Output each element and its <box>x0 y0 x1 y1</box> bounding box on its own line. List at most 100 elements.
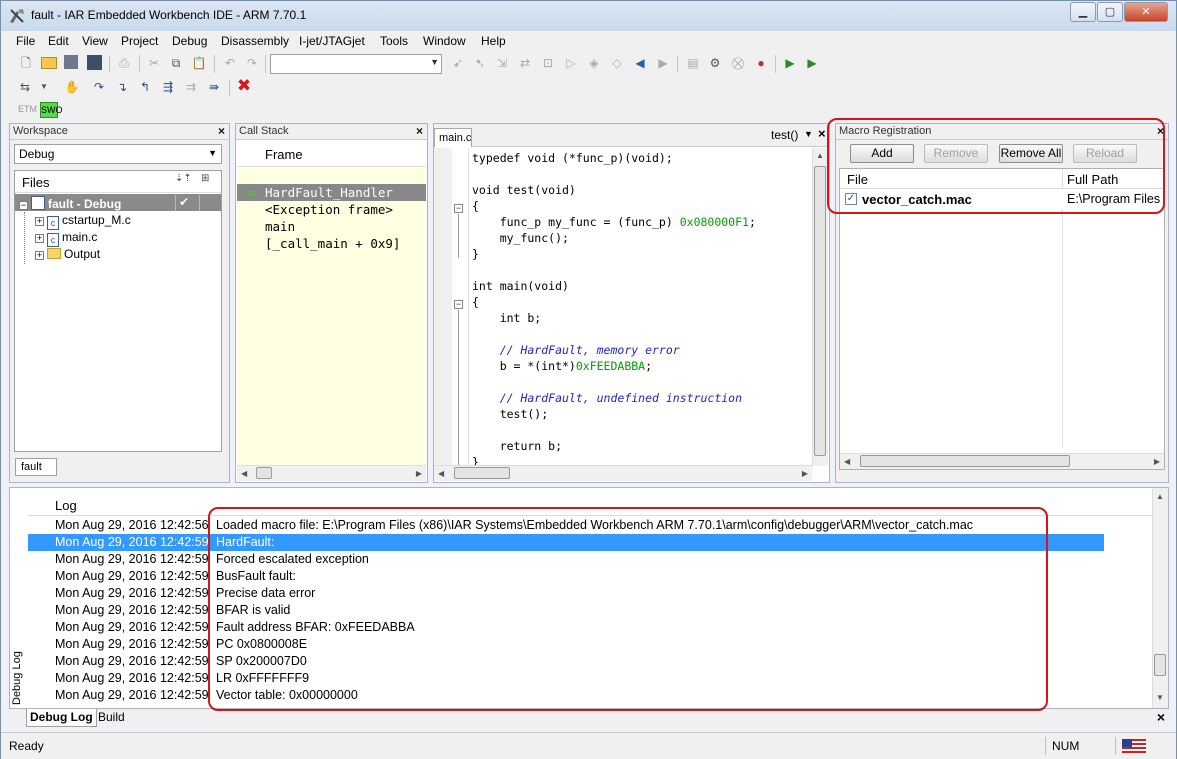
scroll-down-icon[interactable]: ▼ <box>1156 693 1164 702</box>
log-entry[interactable]: Mon Aug 29, 2016 12:42:59 SP 0x200007D0 <box>28 653 1104 670</box>
copy-icon[interactable]: ⧉ <box>168 55 184 71</box>
menu-project[interactable]: Project <box>121 34 158 48</box>
run-to-cursor-icon[interactable]: ⇉ <box>183 79 199 95</box>
log-entry[interactable]: Mon Aug 29, 2016 12:42:59 Precise data er… <box>28 585 1104 602</box>
scroll-right-icon[interactable]: ▶ <box>802 469 808 478</box>
break-icon[interactable]: ✋ <box>64 79 80 95</box>
call-stack-frame[interactable]: [_call_main + 0x9] <box>265 236 400 251</box>
remove-all-button[interactable]: Remove All <box>999 144 1063 163</box>
redo-icon[interactable]: ↷ <box>244 55 260 71</box>
tab-debug-log[interactable]: Debug Log <box>26 709 97 727</box>
step-out-icon[interactable]: ↰ <box>137 79 153 95</box>
log-vscroll[interactable]: ▲ ▼ <box>1152 488 1168 708</box>
workspace-tab-fault[interactable]: fault <box>15 458 57 476</box>
scroll-thumb[interactable] <box>814 166 826 456</box>
scroll-thumb[interactable] <box>1154 654 1166 676</box>
scroll-right-icon[interactable]: ▶ <box>416 469 422 478</box>
menu-help[interactable]: Help <box>481 34 506 48</box>
add-button[interactable]: Add <box>850 144 914 163</box>
editor-vscroll[interactable]: ▲ <box>812 148 828 466</box>
tree-item-project[interactable]: − fault - Debug ✔ <box>15 194 221 211</box>
log-entry[interactable]: Mon Aug 29, 2016 12:42:59 PC 0x0800008E <box>28 636 1104 653</box>
macro-enabled-checkbox[interactable]: ✓ <box>845 193 857 205</box>
menu-disassembly[interactable]: Disassembly <box>221 34 289 48</box>
fold-toggle-icon[interactable]: − <box>454 204 463 213</box>
call-stack-frame[interactable]: <Exception frame> <box>265 202 393 217</box>
editor-tab-main-c[interactable]: main.c <box>434 128 472 147</box>
save-icon[interactable] <box>64 55 78 69</box>
call-stack-hscroll[interactable]: ◀ ▶ <box>237 465 426 481</box>
options-column-icon[interactable]: ⊞ <box>201 173 209 184</box>
step-over-icon[interactable]: ↷ <box>91 79 107 95</box>
log-entry[interactable]: Mon Aug 29, 2016 12:42:59 Forced escalate… <box>28 551 1104 568</box>
reset-icon[interactable]: ⇆ <box>17 79 33 95</box>
scroll-thumb[interactable] <box>256 467 272 479</box>
next-bookmark-icon[interactable]: ◈ <box>586 55 602 71</box>
file-column-header[interactable]: File <box>847 172 868 187</box>
navigate-back-icon[interactable]: ◀ <box>632 55 648 71</box>
log-entry[interactable]: Mon Aug 29, 2016 12:42:56 Loaded macro fi… <box>28 517 1104 534</box>
menu-view[interactable]: View <box>82 34 108 48</box>
frame-header[interactable]: Frame <box>265 147 303 162</box>
find-previous-icon[interactable]: ➷ <box>472 55 488 71</box>
remove-button[interactable]: Remove <box>924 144 988 163</box>
expand-icon[interactable]: + <box>35 217 44 226</box>
scroll-up-icon[interactable]: ▲ <box>1156 492 1164 501</box>
menu-tools[interactable]: Tools <box>380 34 408 48</box>
close-icon[interactable]: × <box>818 126 826 141</box>
close-icon[interactable]: × <box>1157 124 1164 139</box>
close-icon[interactable]: × <box>416 124 423 139</box>
find-combo[interactable]: ▼ <box>270 54 442 74</box>
find-in-files-icon[interactable]: ⇲ <box>494 55 510 71</box>
scroll-left-icon[interactable]: ◀ <box>438 469 444 478</box>
menu-file[interactable]: File <box>16 34 35 48</box>
fold-toggle-icon[interactable]: − <box>454 300 463 309</box>
download-debug-icon[interactable]: ▶ <box>782 55 798 71</box>
print-icon[interactable]: ⎙ <box>116 55 132 71</box>
close-icon[interactable]: × <box>218 124 225 139</box>
expand-icon[interactable]: + <box>35 234 44 243</box>
log-entry[interactable]: Mon Aug 29, 2016 12:42:59 Fault address B… <box>28 619 1104 636</box>
macro-row[interactable]: ✓ vector_catch.mac E:\Program Files <box>840 190 1164 209</box>
save-all-icon[interactable] <box>87 55 102 70</box>
goto-icon[interactable]: ⊡ <box>540 55 556 71</box>
scroll-right-icon[interactable]: ▶ <box>1154 457 1160 466</box>
breakpoint-icon[interactable]: ● <box>753 55 769 71</box>
function-combo[interactable]: test() <box>771 128 798 142</box>
reload-button[interactable]: Reload <box>1073 144 1137 163</box>
close-button[interactable]: ✕ <box>1124 2 1168 22</box>
menu-ijet[interactable]: I-jet/JTAGjet <box>299 34 365 48</box>
scroll-thumb[interactable] <box>860 455 1070 467</box>
previous-bookmark-icon[interactable]: ◇ <box>609 55 625 71</box>
paste-icon[interactable]: 📋 <box>191 55 207 71</box>
navigate-forward-icon[interactable]: ▶ <box>655 55 671 71</box>
log-entry[interactable]: Mon Aug 29, 2016 12:42:59 BusFault fault: <box>28 568 1104 585</box>
log-entry[interactable]: Mon Aug 29, 2016 12:42:59 HardFault: <box>28 534 1104 551</box>
open-folder-icon[interactable] <box>41 57 57 69</box>
keyboard-layout-indicator[interactable] <box>1115 737 1155 755</box>
scroll-thumb[interactable] <box>454 467 510 479</box>
cut-icon[interactable]: ✂ <box>146 55 162 71</box>
make-icon[interactable]: ⚙ <box>707 55 723 71</box>
go-icon[interactable]: ⇛ <box>206 79 222 95</box>
menu-window[interactable]: Window <box>423 34 466 48</box>
menu-edit[interactable]: Edit <box>48 34 69 48</box>
call-stack-frame[interactable]: main <box>265 219 295 234</box>
etm-button[interactable]: ETM <box>18 104 37 114</box>
reset-dropdown-icon[interactable]: ▼ <box>36 79 52 95</box>
scroll-left-icon[interactable]: ◀ <box>241 469 247 478</box>
editor-hscroll[interactable]: ◀ ▶ <box>434 465 812 481</box>
log-entry[interactable]: Mon Aug 29, 2016 12:42:59 Vector table: 0… <box>28 687 1104 704</box>
collapse-icon[interactable]: − <box>19 201 28 210</box>
chevron-down-icon[interactable]: ▼ <box>804 129 813 139</box>
call-stack-frame[interactable]: HardFault_Handler <box>265 185 393 200</box>
changes-column-icon[interactable]: ⇣⇡ <box>175 173 192 184</box>
stop-build-icon[interactable]: ⛒ <box>730 55 746 71</box>
code-editor[interactable]: − − typedef void (*func_p)(void); void te… <box>434 148 814 466</box>
swo-button[interactable]: SWO <box>40 102 63 118</box>
configuration-select[interactable]: Debug ▼ <box>14 144 222 164</box>
macro-hscroll[interactable]: ◀ ▶ <box>840 453 1164 469</box>
full-path-column-header[interactable]: Full Path <box>1067 172 1118 187</box>
compile-icon[interactable]: ▤ <box>685 55 701 71</box>
tab-build[interactable]: Build <box>95 709 128 727</box>
